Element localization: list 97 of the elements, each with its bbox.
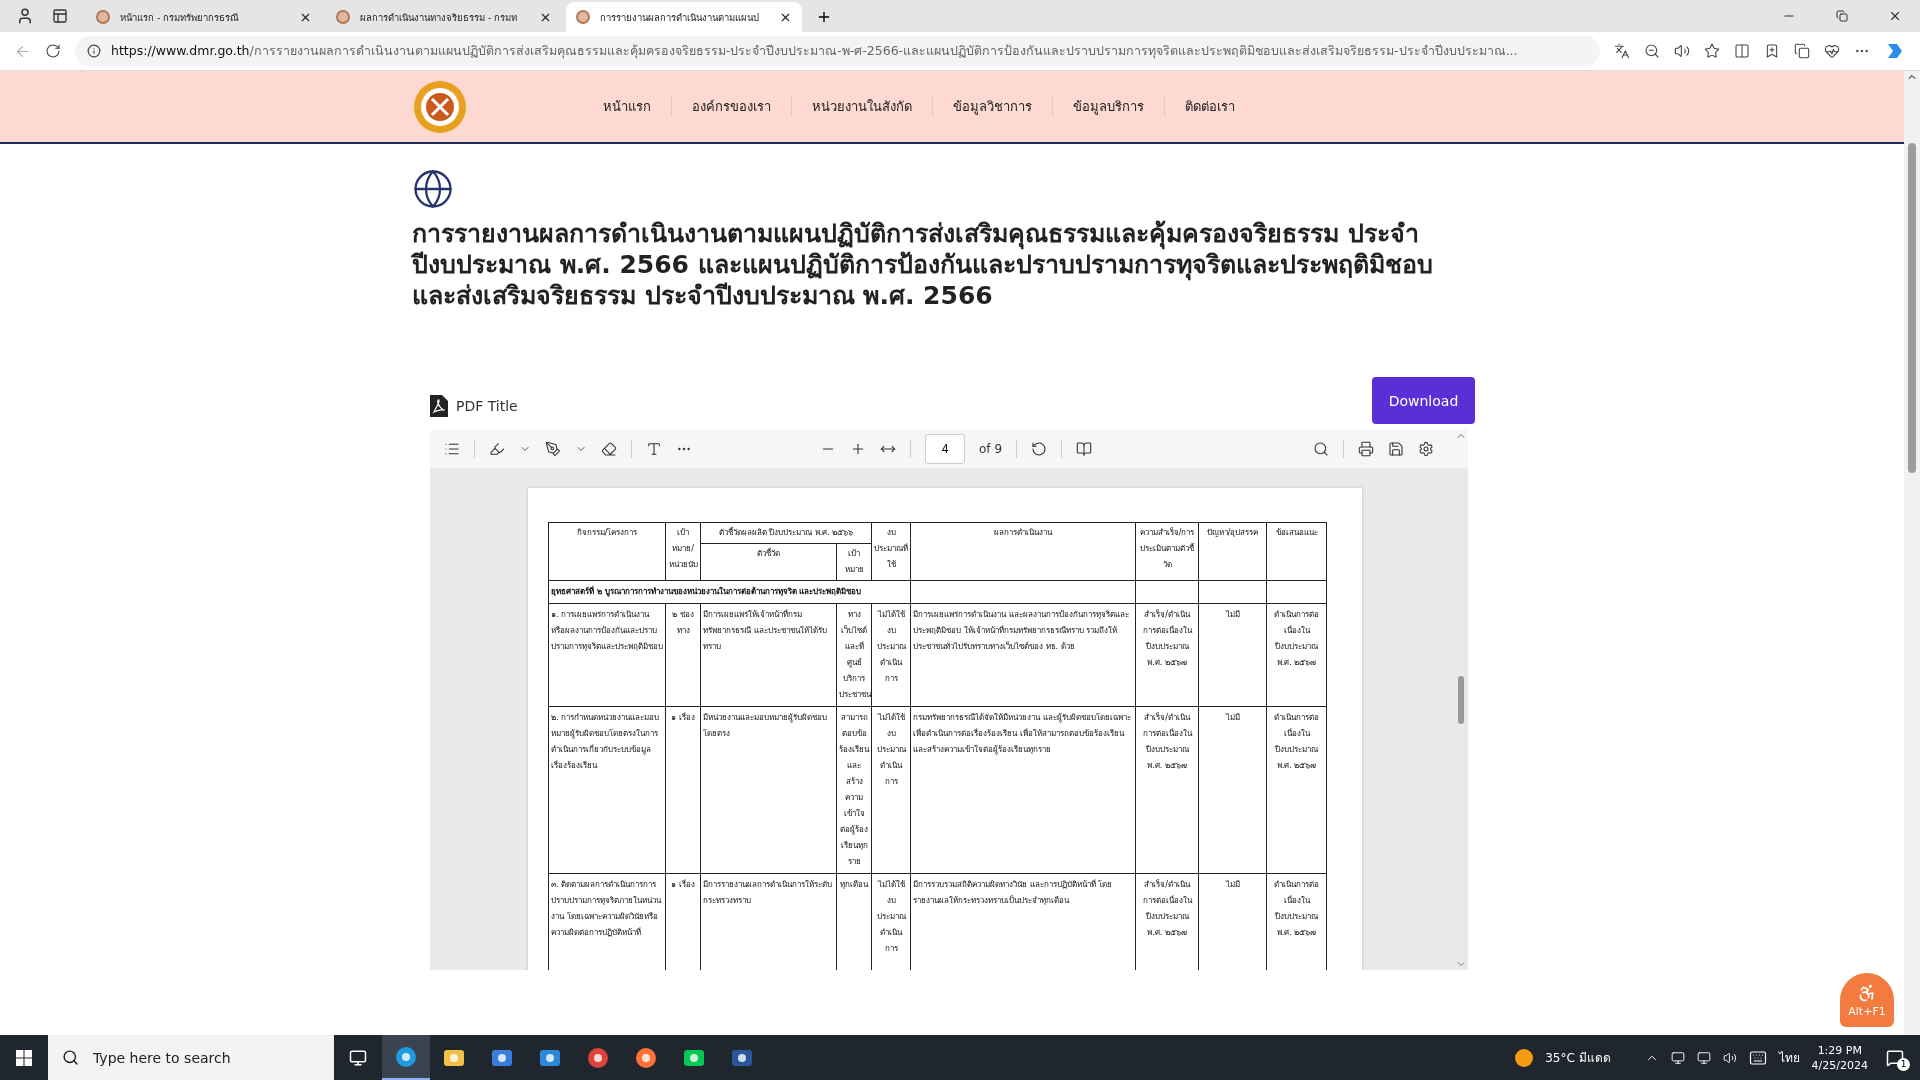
table-header: ความสำเร็จ/การประเมินตามตัวชี้วัด — [1135, 522, 1199, 581]
table-header: ปัญหา/อุปสรรค — [1198, 522, 1267, 581]
table-cell: ไม่ได้ใช้งบประมาณดำเนินการ — [871, 706, 911, 874]
address-bar[interactable]: https://www.dmr.go.th/การรายงานผลการดำเนินงานตามแผนปฏิบัติการส่งเสริมคุณธรรมและคุ้มครองจริยธรรม-ประจำปีงบประมาณ-พ-ศ-2566-และแผนปฏิบัติการป้องกันและปราบปรามการทุจริตและประพฤติมิชอบและส่งเสริมจริยธรรม-ประจำปีงบประมาณ... — [75, 36, 1600, 66]
clock[interactable]: 1:29 PM 4/25/2024 — [1811, 1042, 1868, 1073]
table-header: ตัวชี้วัด — [700, 543, 837, 581]
favicon-icon — [336, 10, 350, 24]
taskbar-app[interactable] — [382, 1035, 430, 1080]
settings-icon[interactable] — [1418, 441, 1434, 457]
language-indicator[interactable]: ไทย — [1778, 1048, 1800, 1067]
table-header: งบประมาณที่ใช้ — [871, 522, 911, 581]
translate-icon[interactable] — [1614, 43, 1630, 59]
table-cell: ๒ ช่องทาง — [665, 603, 701, 707]
nav-link[interactable]: ข้อมูลบริการ — [1052, 96, 1164, 117]
globe-icon — [412, 168, 454, 210]
draw-icon[interactable] — [545, 441, 561, 457]
site-info-icon[interactable] — [87, 44, 101, 58]
table-cell: ไม่มี — [1198, 603, 1267, 707]
browser-tab[interactable]: การรายงานผลการดำเนินงานตามแผนป — [566, 2, 802, 32]
table-cell: ๑ เรื่อง — [665, 706, 701, 874]
taskbar-search-box[interactable]: Type here to search — [48, 1035, 334, 1080]
browser-tab[interactable]: ผลการดำเนินงานทางจริยธรรม - กรมท — [326, 2, 562, 32]
windows-logo-icon — [16, 1049, 32, 1066]
search-icon — [62, 1049, 79, 1066]
table-cell: สามารถตอบข้อร้องเรียนและสร้างความเข้าใจต่อผู้ร้องเรียนทุกราย — [836, 706, 872, 874]
sun-icon — [1515, 1048, 1534, 1067]
table-cell: ไม่ได้ใช้งบประมาณดำเนินการ — [871, 603, 911, 707]
favicon-icon — [576, 10, 590, 24]
close-icon[interactable] — [1888, 9, 1902, 23]
text-tool-icon[interactable] — [646, 441, 662, 457]
logo-icon[interactable] — [412, 78, 468, 135]
highlighter-icon[interactable] — [489, 441, 505, 457]
table-header: กิจกรรม/โครงการ — [548, 522, 666, 581]
page-number-field[interactable]: 4 — [925, 434, 965, 464]
table-header: ข้อเสนอแนะ — [1266, 522, 1327, 581]
nav-link[interactable]: หน้าแรก — [583, 96, 671, 117]
table-cell: ดำเนินการต่อเนื่องในปีงบประมาณ พ.ศ. ๒๕๖๗ — [1266, 603, 1327, 707]
tab-actions-icon[interactable] — [52, 8, 68, 24]
scrollbar-thumb[interactable] — [1908, 143, 1916, 473]
notification-count: 1 — [1897, 1057, 1910, 1071]
new-tab-icon[interactable] — [816, 9, 832, 25]
rotate-icon[interactable] — [1031, 441, 1047, 457]
keyboard-icon[interactable] — [1748, 1048, 1767, 1067]
outline-icon[interactable] — [444, 441, 460, 457]
browser-tab[interactable]: หน้าแรก - กรมทรัพยากรธรณี — [86, 2, 322, 32]
taskbar-search-field[interactable]: Type here to search — [91, 1048, 295, 1067]
table-cell: มีการรายงานผลการดำเนินการให้ระดับกระทรวงทราบ — [700, 873, 837, 970]
table-cell: มีหน่วยงานและมอบหมายผู้รับผิดชอบโดยตรง — [700, 706, 837, 874]
nav-link[interactable]: หน่วยงานในสังกัด — [791, 96, 932, 117]
restore-icon[interactable] — [1836, 10, 1848, 22]
table-cell: มีการรวบรวมสถิติความผิดทางวินัย และการปฏิบัติหน้าที่ โดยรายงานผลให้กระทรวงทราบเป็นประจำทุกเดือน — [910, 873, 1136, 970]
save-icon[interactable] — [1388, 441, 1404, 457]
nav-link[interactable]: องค์กรของเรา — [671, 96, 791, 117]
table-header: ผลการดำเนินงาน — [910, 522, 1136, 581]
table-cell: ดำเนินการต่อเนื่องในปีงบประมาณ พ.ศ. ๒๕๖๗ — [1266, 706, 1327, 874]
print-icon[interactable] — [1358, 441, 1374, 457]
table-cell: ๓. ติดตามผลการดำเนินการการปราบปรามการทุจริตภายในหน่วนงาน โดยเฉพาะความผิดวินัยหรือความผิดต่อการปฏิบัติหน้าที่ — [548, 873, 666, 970]
eraser-icon[interactable] — [601, 441, 617, 457]
favorite-icon[interactable] — [1704, 43, 1720, 59]
table-cell: สำเร็จ/ดำเนินการต่อเนื่องในปีงบประมาณ พ.ศ. ๒๕๖๗ — [1135, 706, 1199, 874]
page-title: การรายงานผลการดำเนินงานตามแผนปฏิบัติการส่งเสริมคุณธรรมและคุ้มครองจริยธรรม ประจำปีงบประมาณ พ.ศ. 2566 และแผนปฏิบัติการป้องกันและปราบปรามการทุจริตและประพฤติมิชอบและส่งเสริมจริยธรรม ประจำปีงบประมาณ พ.ศ. 2566 — [412, 218, 1434, 311]
table-cell: มีการเผยแพร่การดำเนินงาน และผลงานการป้องกันการทุจริตและประพฤติมิชอบ ให้เจ้าหน้าที่กรมทรัพยากรธรณีทราบ รวมถึงให้ประชาชนทั่วไปรับทราบทางเว็บไซต์ของ ทธ. ด้วย — [910, 603, 1136, 707]
nav-link[interactable]: ติดต่อเรา — [1164, 96, 1255, 117]
reload-icon[interactable] — [45, 43, 61, 59]
download-button[interactable]: Download — [1372, 377, 1475, 424]
volume-icon[interactable] — [1722, 1050, 1737, 1065]
table-cell: ทางเว็บไซต์และที่ศูนย์บริการประชาชน — [836, 603, 872, 707]
pdf-title: PDF Title — [456, 397, 518, 414]
page-count: of 9 — [979, 442, 1002, 456]
scrollbar-thumb[interactable] — [1458, 676, 1464, 724]
table-cell: ไม่มี — [1198, 706, 1267, 874]
table-header: ตัวชี้วัดผลผลิต ปีงบประมาณ พ.ศ. ๒๕๖๖ — [700, 522, 872, 544]
table-cell: ๑. การเผยแพร่การดำเนินงานหรือผลงานการป้องกันและปราบปรามการทุจริตและประพฤติมิชอบ — [548, 603, 666, 707]
notification-icon — [1886, 1048, 1904, 1067]
nav-link[interactable]: ข้อมูลวิชาการ — [932, 96, 1052, 117]
collections-icon[interactable] — [1794, 43, 1810, 59]
zoom-out-icon[interactable] — [1644, 43, 1660, 59]
page-view-icon[interactable] — [1076, 441, 1092, 457]
table-cell: กรมทรัพยากรธรณีได้จัดให้มีหน่วยงาน และผู้รับผิดชอบโดยเฉพาะ เพื่อดำเนินการต่อเรื่องร้องเรียน เพื่อให้สามารถตอบข้อร้องเรียนและสร้างความเข้าใจต่อผู้ร้องเรียนทุกราย — [910, 706, 1136, 874]
table-cell: ๒. การกำหนดหน่วยงานและมอบหมายผู้รับผิดชอบโดยตรงในการดำเนินการเกี่ยวกับระบบข้อมูลเรื่องร้องเรียน — [548, 706, 666, 874]
table-cell: สำเร็จ/ดำเนินการต่อเนื่องในปีงบประมาณ พ.ศ. ๒๕๖๗ — [1135, 603, 1199, 707]
pdf-file-icon — [430, 394, 448, 417]
profile-icon[interactable] — [16, 7, 34, 25]
browser-essentials-icon[interactable] — [1824, 43, 1840, 59]
notification-button[interactable]: 1 — [1880, 1042, 1910, 1073]
read-aloud-icon[interactable] — [1674, 43, 1690, 59]
accessibility-icon — [1857, 982, 1877, 1003]
split-screen-icon[interactable] — [1734, 43, 1750, 59]
table-header: เป้าหมาย/หน่วยนับ — [665, 522, 701, 581]
favicon-icon — [96, 10, 110, 24]
weather-text: 35°C มีแดด — [1545, 1050, 1611, 1067]
table-cell: มีการเผยแพร่ให้เจ้าหน้าที่กรมทรัพยากรธรณี และประชาชนให้ได้รับทราบ — [700, 603, 837, 707]
zoom-in-icon[interactable] — [850, 441, 866, 457]
favorites-icon[interactable] — [1764, 43, 1780, 59]
search-icon[interactable] — [1313, 441, 1329, 457]
task-view-icon — [349, 1048, 367, 1067]
table-cell: ยุทธศาสตร์ที่ ๒ บูรณาการการทำงานของหน่วยงานในการต่อต้านการทุจริต และประพฤติมิชอบ — [548, 580, 911, 604]
